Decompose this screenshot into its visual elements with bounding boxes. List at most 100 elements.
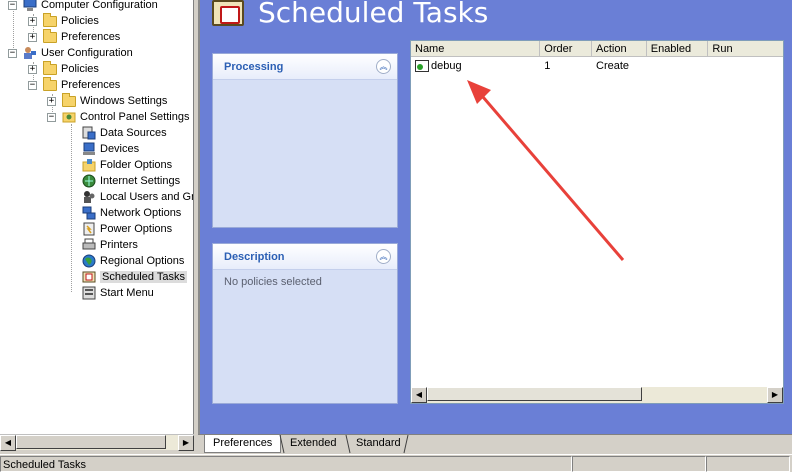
network-options-icon bbox=[82, 206, 96, 220]
tree-item-windows-settings[interactable]: + Windows Settings bbox=[47, 92, 168, 109]
folder-icon bbox=[43, 60, 57, 75]
tree-item-start-menu[interactable]: Start Menu bbox=[82, 285, 154, 301]
tree-item-folder-options[interactable]: Folder Options bbox=[82, 157, 172, 173]
scroll-track[interactable] bbox=[16, 435, 178, 450]
column-header-run[interactable]: Run bbox=[708, 41, 783, 57]
list-horizontal-scrollbar[interactable]: ◀ ▶ bbox=[411, 387, 783, 403]
scroll-left-icon[interactable]: ◀ bbox=[411, 387, 427, 403]
description-panel-title: Description bbox=[224, 250, 285, 263]
computer-config-icon bbox=[23, 0, 37, 12]
tree-item-label: Windows Settings bbox=[80, 95, 168, 107]
tree-item-label: Control Panel Settings bbox=[80, 111, 190, 123]
tree-item-label: Power Options bbox=[100, 223, 173, 235]
folder-icon bbox=[43, 76, 57, 91]
collapse-icon[interactable]: − bbox=[8, 0, 17, 10]
scroll-right-icon[interactable]: ▶ bbox=[767, 387, 783, 403]
tree-item-label: Policies bbox=[61, 15, 99, 27]
regional-options-icon bbox=[82, 254, 96, 268]
tree-item-label: Internet Settings bbox=[100, 175, 181, 187]
tree-item-regional-options[interactable]: Regional Options bbox=[82, 253, 184, 269]
tab-outline-icon bbox=[279, 435, 409, 454]
tree-item-label: Local Users and Gr bbox=[100, 191, 194, 203]
collapse-up-icon[interactable]: ︽ bbox=[376, 249, 391, 264]
tree-item-preferences[interactable]: + Preferences bbox=[28, 28, 121, 45]
console-tree[interactable]: − Computer Configuration + Policies + Pr… bbox=[0, 0, 194, 434]
page-title: Scheduled Tasks bbox=[258, 0, 489, 29]
scroll-track[interactable] bbox=[427, 387, 767, 403]
tree-item-label: Computer Configuration bbox=[41, 0, 158, 11]
annotation-arrow-icon bbox=[467, 80, 625, 261]
description-panel: Description ︽ No policies selected bbox=[212, 243, 398, 404]
scroll-left-icon[interactable]: ◀ bbox=[0, 435, 16, 451]
column-header-action[interactable]: Action bbox=[592, 41, 647, 57]
tree-item-devices[interactable]: Devices bbox=[82, 141, 139, 157]
expand-icon[interactable]: + bbox=[47, 96, 56, 106]
tree-item-scheduled-tasks[interactable]: Scheduled Tasks bbox=[82, 269, 187, 285]
tree-item-label: Preferences bbox=[61, 79, 121, 91]
tree-horizontal-scrollbar[interactable]: ◀ ▶ bbox=[0, 434, 194, 451]
tree-item-internet-settings[interactable]: Internet Settings bbox=[82, 173, 180, 189]
internet-settings-icon bbox=[82, 174, 96, 188]
scroll-right-icon[interactable]: ▶ bbox=[178, 435, 194, 451]
tree-item-label: Printers bbox=[100, 239, 138, 251]
folder-options-icon bbox=[82, 158, 96, 172]
tree-item-network-options[interactable]: Network Options bbox=[82, 205, 181, 221]
printers-icon bbox=[82, 238, 96, 252]
devices-icon bbox=[82, 142, 96, 156]
user-config-icon bbox=[23, 46, 37, 60]
description-text: No policies selected bbox=[224, 276, 322, 288]
task-icon bbox=[415, 60, 429, 72]
description-panel-header[interactable]: Description ︽ bbox=[213, 244, 397, 270]
collapse-icon[interactable]: − bbox=[8, 48, 17, 58]
tree-item-policies[interactable]: + Policies bbox=[28, 60, 99, 77]
tree-item-preferences[interactable]: − Preferences bbox=[28, 76, 121, 93]
tree-item-label: Data Sources bbox=[100, 127, 167, 139]
tree-item-label: Regional Options bbox=[100, 255, 185, 267]
collapse-up-icon[interactable]: ︽ bbox=[376, 59, 391, 74]
status-cell-empty bbox=[706, 456, 790, 472]
tree-item-computer-configuration[interactable]: − Computer Configuration bbox=[8, 0, 158, 13]
list-header: Name Order Action Enabled Run bbox=[411, 41, 783, 57]
details-pane: Scheduled Tasks Processing ︽ Description… bbox=[198, 0, 792, 434]
tree-item-power-options[interactable]: Power Options bbox=[82, 221, 172, 237]
folder-icon bbox=[62, 92, 76, 107]
view-tabs: Preferences Extended Standard bbox=[198, 434, 792, 454]
collapse-icon[interactable]: − bbox=[47, 112, 56, 122]
scheduled-tasks-icon bbox=[82, 270, 96, 284]
tree-item-label: Preferences bbox=[61, 31, 121, 43]
scheduled-tasks-header-icon bbox=[212, 0, 244, 26]
collapse-icon[interactable]: − bbox=[28, 80, 37, 90]
tree-item-user-configuration[interactable]: − User Configuration bbox=[8, 45, 133, 61]
scroll-thumb[interactable] bbox=[16, 435, 166, 449]
tree-item-data-sources[interactable]: Data Sources bbox=[82, 125, 167, 141]
scroll-thumb[interactable] bbox=[427, 387, 642, 401]
folder-icon bbox=[43, 28, 57, 43]
status-text: Scheduled Tasks bbox=[0, 456, 572, 472]
status-cell-empty bbox=[572, 456, 706, 472]
column-header-name[interactable]: Name bbox=[411, 41, 541, 57]
column-header-order[interactable]: Order bbox=[540, 41, 593, 57]
tree-item-label: Start Menu bbox=[100, 287, 154, 299]
tree-item-label: Devices bbox=[100, 143, 140, 155]
expand-icon[interactable]: + bbox=[28, 64, 37, 74]
tree-item-label: Scheduled Tasks bbox=[100, 271, 187, 283]
tree-item-label: Policies bbox=[61, 63, 99, 75]
processing-panel: Processing ︽ bbox=[212, 53, 398, 228]
expand-icon[interactable]: + bbox=[28, 16, 37, 26]
tree-item-printers[interactable]: Printers bbox=[82, 237, 138, 253]
local-users-icon bbox=[82, 190, 96, 204]
tree-item-label: Network Options bbox=[100, 207, 182, 219]
data-sources-icon bbox=[82, 126, 96, 140]
processing-panel-title: Processing bbox=[224, 60, 284, 73]
power-options-icon bbox=[82, 222, 96, 236]
tree-item-label: User Configuration bbox=[41, 47, 133, 59]
processing-panel-header[interactable]: Processing ︽ bbox=[213, 54, 397, 80]
folder-icon bbox=[43, 12, 57, 27]
tree-item-local-users-and-groups[interactable]: Local Users and Gr bbox=[82, 189, 194, 205]
tree-item-control-panel-settings[interactable]: − Control Panel Settings bbox=[47, 109, 189, 125]
tree-item-policies[interactable]: + Policies bbox=[28, 12, 99, 29]
column-header-enabled[interactable]: Enabled bbox=[647, 41, 709, 57]
status-bar: Scheduled Tasks bbox=[0, 454, 792, 472]
control-panel-icon bbox=[62, 110, 76, 124]
expand-icon[interactable]: + bbox=[28, 32, 37, 42]
